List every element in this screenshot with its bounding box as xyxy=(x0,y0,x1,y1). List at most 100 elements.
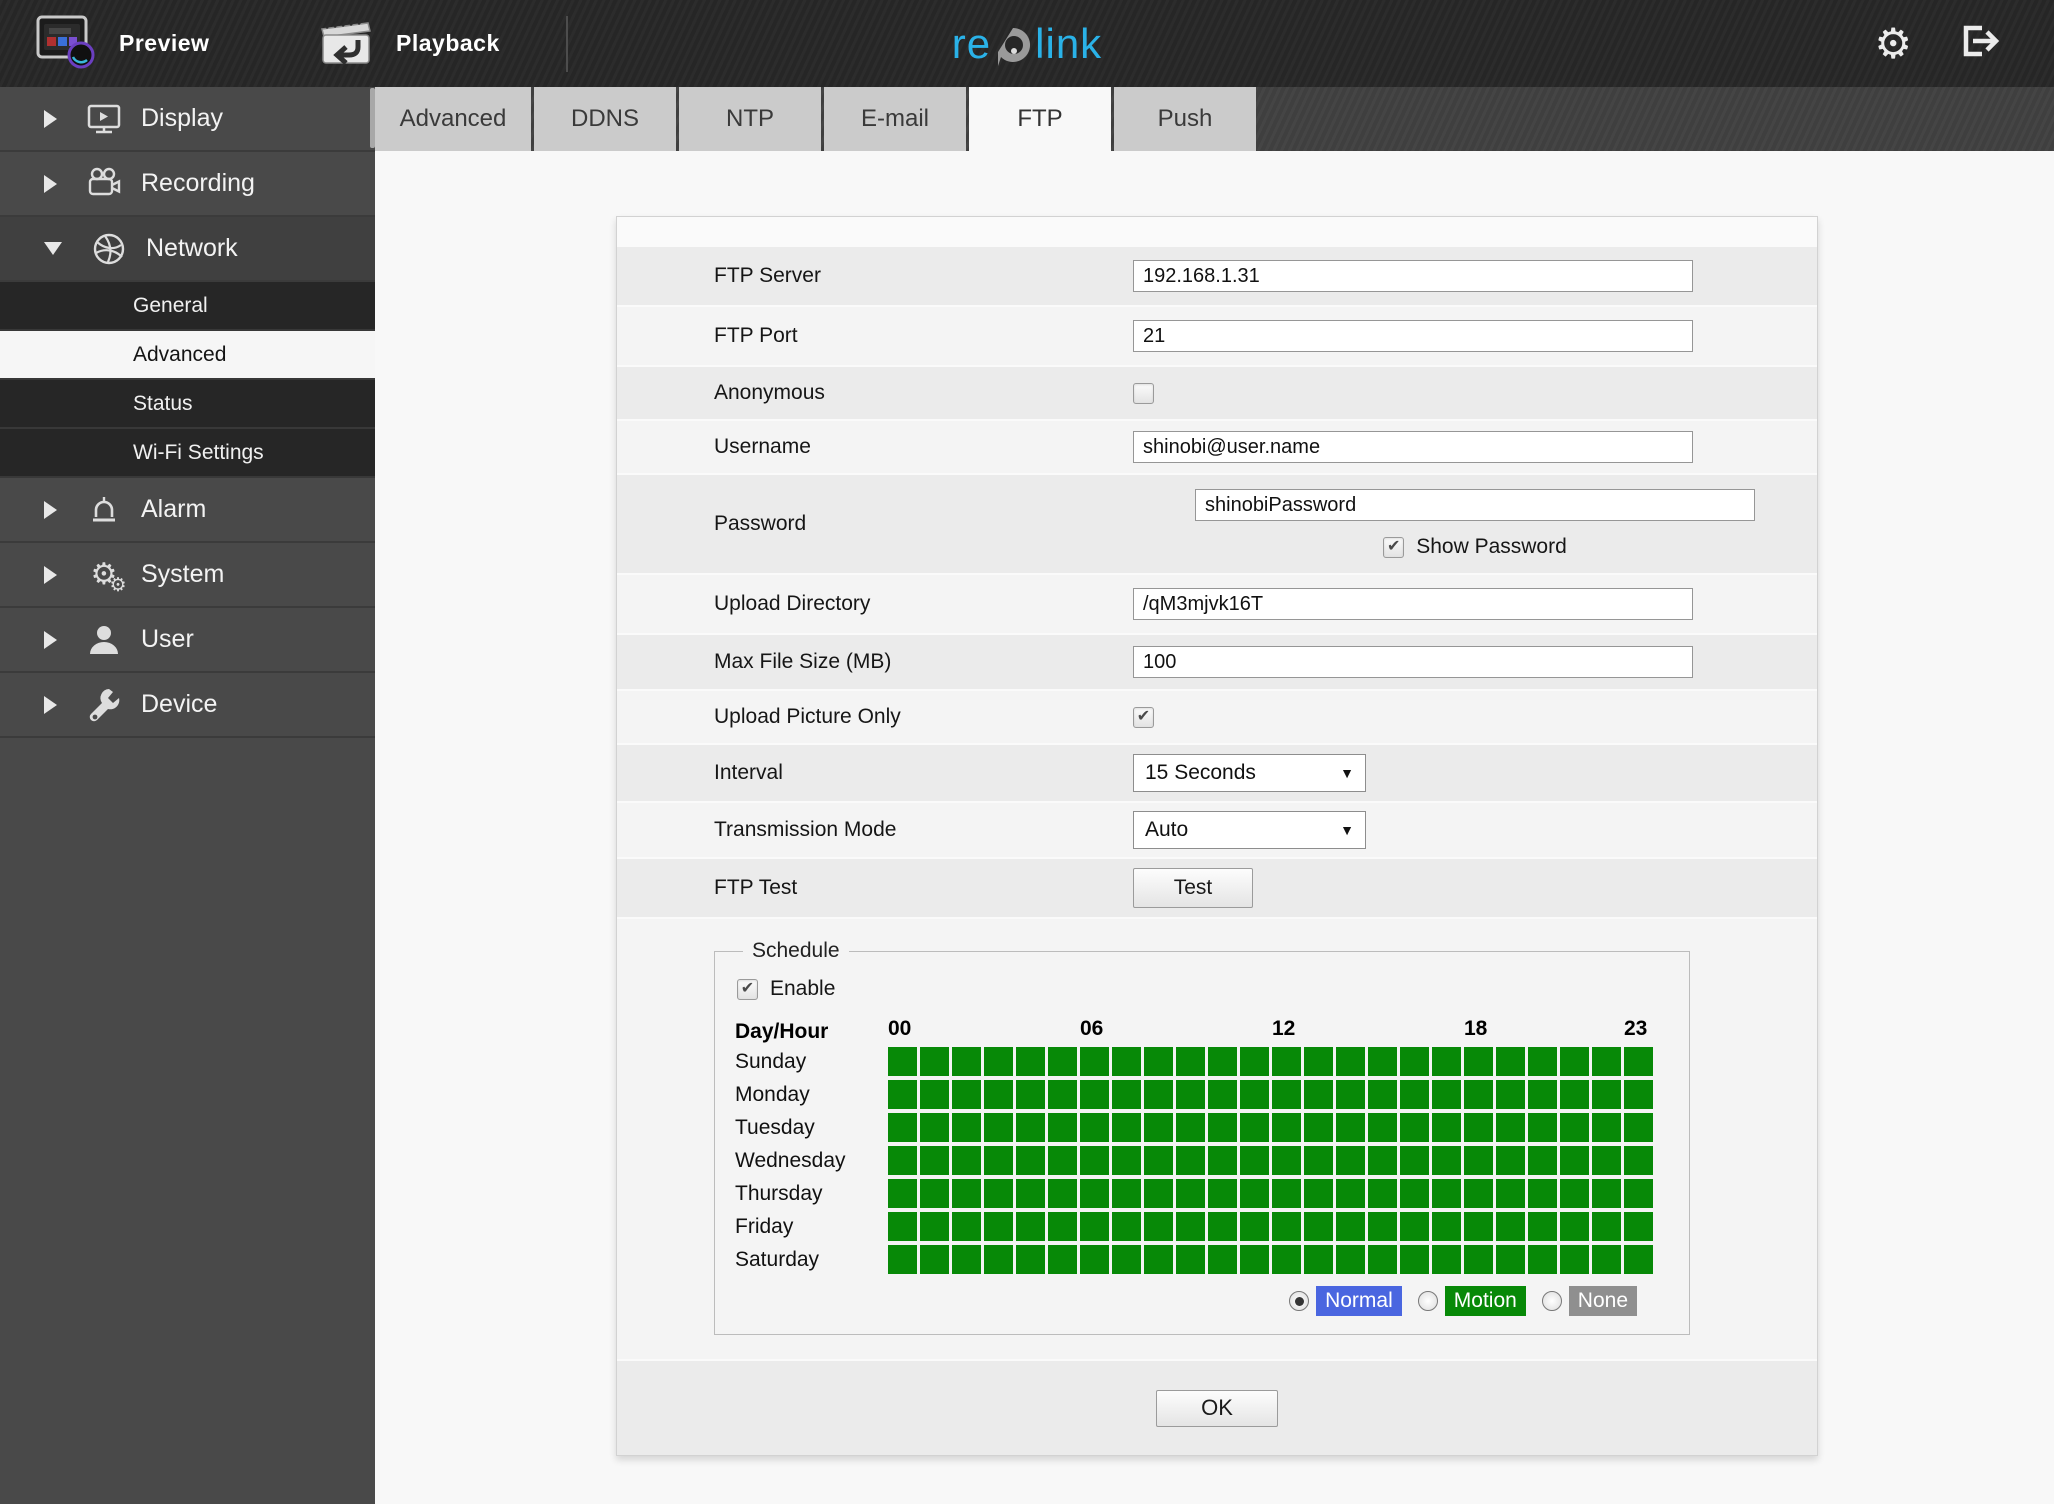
schedule-cell[interactable] xyxy=(1304,1113,1333,1142)
schedule-cell[interactable] xyxy=(1624,1146,1653,1175)
schedule-cell[interactable] xyxy=(1400,1047,1429,1076)
schedule-cell[interactable] xyxy=(1592,1245,1621,1274)
schedule-cell[interactable] xyxy=(1560,1080,1589,1109)
schedule-cell[interactable] xyxy=(1368,1080,1397,1109)
schedule-cell[interactable] xyxy=(1496,1146,1525,1175)
schedule-cell[interactable] xyxy=(1016,1245,1045,1274)
settings-gear-icon[interactable]: ⚙ xyxy=(1874,22,1912,65)
schedule-cell[interactable] xyxy=(1080,1047,1109,1076)
schedule-cell[interactable] xyxy=(1368,1245,1397,1274)
schedule-cell[interactable] xyxy=(1624,1179,1653,1208)
schedule-cell[interactable] xyxy=(1016,1212,1045,1241)
ftp-server-input[interactable] xyxy=(1133,260,1693,292)
schedule-cell[interactable] xyxy=(1400,1245,1429,1274)
schedule-cell[interactable] xyxy=(1336,1212,1365,1241)
schedule-cell[interactable] xyxy=(1496,1080,1525,1109)
schedule-cell[interactable] xyxy=(1464,1212,1493,1241)
schedule-cell[interactable] xyxy=(1016,1146,1045,1175)
schedule-cell[interactable] xyxy=(920,1047,949,1076)
test-button[interactable]: Test xyxy=(1133,868,1253,908)
schedule-cell[interactable] xyxy=(1112,1245,1141,1274)
sidebar-subitem-wi-fi-settings[interactable]: Wi-Fi Settings xyxy=(0,429,375,478)
schedule-cell[interactable] xyxy=(1272,1245,1301,1274)
schedule-cell[interactable] xyxy=(1080,1212,1109,1241)
schedule-cell[interactable] xyxy=(1080,1080,1109,1109)
schedule-cell[interactable] xyxy=(1080,1146,1109,1175)
schedule-enable-checkbox[interactable] xyxy=(737,978,758,1000)
tab-push[interactable]: Push xyxy=(1114,87,1256,151)
schedule-cell[interactable] xyxy=(1016,1179,1045,1208)
schedule-cell[interactable] xyxy=(1016,1047,1045,1076)
schedule-cell[interactable] xyxy=(1560,1212,1589,1241)
schedule-cell[interactable] xyxy=(1400,1179,1429,1208)
interval-select[interactable]: 15 Seconds ▼ xyxy=(1133,754,1366,792)
schedule-cell[interactable] xyxy=(1432,1179,1461,1208)
schedule-cell[interactable] xyxy=(1272,1047,1301,1076)
schedule-cell[interactable] xyxy=(1208,1179,1237,1208)
schedule-cell[interactable] xyxy=(1464,1179,1493,1208)
mode-radio-normal[interactable] xyxy=(1289,1291,1310,1311)
ftp-port-input[interactable] xyxy=(1133,320,1693,352)
schedule-cell[interactable] xyxy=(1336,1113,1365,1142)
sidebar-item-recording[interactable]: Recording xyxy=(0,152,375,217)
schedule-cell[interactable] xyxy=(1048,1212,1077,1241)
schedule-cell[interactable] xyxy=(1208,1146,1237,1175)
schedule-cell[interactable] xyxy=(1368,1047,1397,1076)
schedule-cell[interactable] xyxy=(1432,1113,1461,1142)
ok-button[interactable]: OK xyxy=(1156,1389,1278,1427)
logout-icon[interactable] xyxy=(1958,21,2002,66)
schedule-cell[interactable] xyxy=(1528,1146,1557,1175)
schedule-cell[interactable] xyxy=(1208,1212,1237,1241)
tab-advanced[interactable]: Advanced xyxy=(375,87,531,151)
schedule-cell[interactable] xyxy=(920,1080,949,1109)
schedule-cell[interactable] xyxy=(1336,1080,1365,1109)
schedule-cell[interactable] xyxy=(888,1245,917,1274)
schedule-cell[interactable] xyxy=(1528,1245,1557,1274)
schedule-cell[interactable] xyxy=(952,1179,981,1208)
schedule-cell[interactable] xyxy=(1176,1212,1205,1241)
schedule-cell[interactable] xyxy=(1624,1113,1653,1142)
schedule-cell[interactable] xyxy=(1112,1113,1141,1142)
schedule-cell[interactable] xyxy=(1560,1047,1589,1076)
schedule-cell[interactable] xyxy=(888,1113,917,1142)
schedule-cell[interactable] xyxy=(1336,1047,1365,1076)
schedule-cell[interactable] xyxy=(984,1179,1013,1208)
schedule-cell[interactable] xyxy=(1464,1113,1493,1142)
schedule-cell[interactable] xyxy=(1432,1245,1461,1274)
schedule-cell[interactable] xyxy=(1336,1245,1365,1274)
schedule-cell[interactable] xyxy=(1592,1179,1621,1208)
upload-directory-input[interactable] xyxy=(1133,588,1693,620)
schedule-cell[interactable] xyxy=(1176,1146,1205,1175)
schedule-cell[interactable] xyxy=(1272,1179,1301,1208)
schedule-cell[interactable] xyxy=(1528,1113,1557,1142)
schedule-cell[interactable] xyxy=(1080,1245,1109,1274)
sidebar-item-alarm[interactable]: Alarm xyxy=(0,478,375,543)
tab-e-mail[interactable]: E-mail xyxy=(824,87,966,151)
schedule-cell[interactable] xyxy=(1208,1080,1237,1109)
schedule-cell[interactable] xyxy=(1528,1080,1557,1109)
schedule-grid[interactable]: Sunday Monday Tuesday Wednesday Thursday Frid… xyxy=(735,1047,1669,1274)
schedule-cell[interactable] xyxy=(1592,1113,1621,1142)
mode-radio-none[interactable] xyxy=(1541,1291,1562,1311)
schedule-cell[interactable] xyxy=(1144,1212,1173,1241)
schedule-cell[interactable] xyxy=(1496,1179,1525,1208)
schedule-cell[interactable] xyxy=(1336,1179,1365,1208)
schedule-cell[interactable] xyxy=(1304,1080,1333,1109)
schedule-cell[interactable] xyxy=(952,1080,981,1109)
schedule-cell[interactable] xyxy=(1368,1146,1397,1175)
schedule-cell[interactable] xyxy=(920,1113,949,1142)
schedule-cell[interactable] xyxy=(1592,1047,1621,1076)
schedule-cell[interactable] xyxy=(1144,1080,1173,1109)
schedule-cell[interactable] xyxy=(1432,1146,1461,1175)
schedule-cell[interactable] xyxy=(1304,1179,1333,1208)
schedule-cell[interactable] xyxy=(1144,1245,1173,1274)
schedule-cell[interactable] xyxy=(1240,1113,1269,1142)
schedule-cell[interactable] xyxy=(1112,1146,1141,1175)
schedule-cell[interactable] xyxy=(1272,1080,1301,1109)
schedule-cell[interactable] xyxy=(984,1080,1013,1109)
tab-ftp[interactable]: FTP xyxy=(969,87,1111,151)
schedule-cell[interactable] xyxy=(1240,1146,1269,1175)
schedule-cell[interactable] xyxy=(1112,1047,1141,1076)
schedule-cell[interactable] xyxy=(1272,1146,1301,1175)
schedule-cell[interactable] xyxy=(1400,1080,1429,1109)
